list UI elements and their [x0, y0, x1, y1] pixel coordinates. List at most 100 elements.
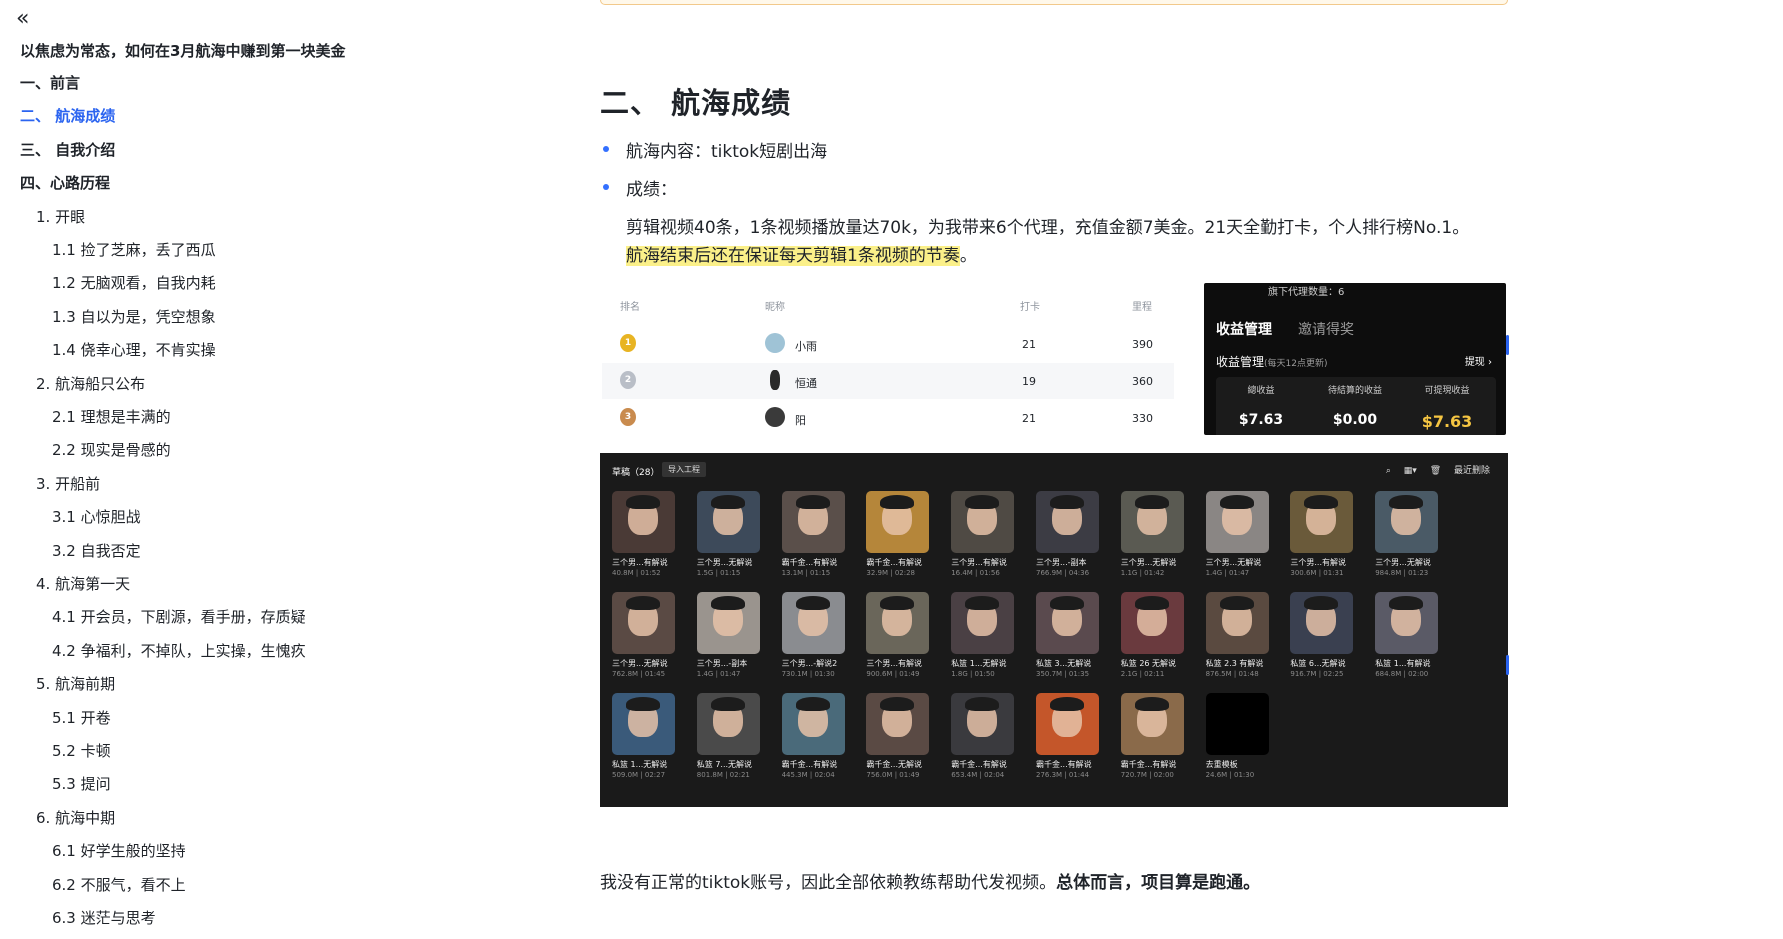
toc-item[interactable]: 5.1 开卷	[52, 707, 111, 728]
draft-thumbnail	[612, 491, 675, 553]
draft-name: 三个男...有解说	[866, 659, 923, 668]
draft-thumbnail	[781, 491, 845, 553]
paragraph: 我没有正常的tiktok账号，因此全部依赖教练帮助代发视频。总体而言，项目算是跑…	[600, 868, 1260, 893]
toc-item[interactable]: 四、心路历程	[20, 172, 110, 193]
thumbnail-figure	[795, 697, 830, 711]
toc-item[interactable]: 6.1 好学生般的坚持	[52, 840, 186, 861]
earnings-section-title: 收益管理(每天12点更新)	[1216, 353, 1328, 370]
recent-delete: 🗑 最近删除	[1429, 466, 1490, 476]
toc-item[interactable]: 5.3 提问	[52, 773, 111, 794]
draft-meta: 1.1G | 01:42	[1120, 569, 1165, 577]
thumbnail-figure	[710, 596, 745, 610]
callout-box-bottom-edge	[600, 0, 1508, 5]
toc-item[interactable]: 1.4 侥幸心理，不肯实操	[52, 339, 216, 360]
draft-thumbnail	[866, 592, 930, 654]
toc-item[interactable]: 2.1 理想是丰满的	[52, 406, 171, 427]
draft-thumbnail	[1120, 491, 1184, 553]
draft-name: 三个男...无解说	[1375, 558, 1431, 567]
collapse-sidebar-icon[interactable]: «	[16, 6, 29, 32]
earnings-note: (每天12点更新)	[1264, 359, 1328, 369]
draft-name: 霸千金...无解说	[866, 760, 923, 769]
draft-name: 三个男...-解说2	[781, 659, 838, 668]
thumbnail-figure	[1304, 596, 1339, 610]
draft-thumbnail	[866, 491, 930, 553]
draft-name: 私篮 7...无解说	[696, 760, 753, 769]
toc-sidebar: « 以焦虑为常态，如何在3月航海中赚到第一块美金 一、前言二、 航海成绩 三、 自…	[0, 0, 420, 939]
draft-thumbnail	[951, 592, 1015, 654]
tab-invite: 邀请得奖	[1298, 322, 1354, 338]
draft-thumbnail	[1036, 592, 1099, 654]
draft-meta: 40.8M | 01:52	[612, 569, 661, 577]
draft-name: 三个男...无解说	[1205, 558, 1262, 567]
header-checkin: 打卡	[1020, 302, 1040, 313]
thumbnail-figure	[1134, 697, 1169, 711]
agent-count: 旗下代理数量：6	[1268, 287, 1345, 298]
medal-icon: 3	[620, 408, 636, 426]
draft-meta: 762.8M | 01:45	[612, 670, 666, 678]
rank-row: 1 小雨 21 390	[602, 326, 1174, 362]
drafts-gallery-image: 草稿（28） 导入工程 ⌕ ▦▾ 🗑 最近删除 三个男...有解说 40.8M |…	[600, 453, 1508, 807]
toc-item[interactable]: 4.1 开会员，下剧源，看手册，存质疑	[52, 606, 306, 627]
draft-name: 去重模板	[1205, 760, 1238, 769]
toc-item[interactable]: 6. 航海中期	[36, 807, 115, 828]
earning-label: 總收益	[1247, 386, 1275, 396]
toc-item[interactable]: 3. 开船前	[36, 473, 100, 494]
avatar	[765, 407, 785, 427]
thumbnail-figure	[1050, 596, 1084, 610]
toc-item[interactable]: 2. 航海船只公布	[36, 373, 145, 394]
bullet-item: 航海内容：tiktok短剧出海	[602, 137, 828, 162]
toc-item[interactable]: 一、前言	[20, 72, 80, 93]
toc-item[interactable]: 1.1 捡了芝麻，丢了西瓜	[52, 239, 216, 260]
draft-name: 霸千金...有解说	[781, 760, 838, 769]
section-heading: 二、 航海成绩	[600, 86, 792, 120]
draft-name: 霸千金...有解说	[951, 760, 1007, 769]
toc-item[interactable]: 5.2 卡顿	[52, 740, 111, 761]
draft-name: 私篮 3...无解说	[1036, 659, 1092, 668]
draft-meta: 509.0M | 02:27	[612, 771, 666, 779]
toc-item[interactable]: 1.3 自以为是，凭空想象	[52, 306, 216, 327]
draft-name: 私篮 6...无解说	[1290, 659, 1346, 668]
draft-meta: 350.7M | 01:35	[1036, 670, 1090, 678]
thumbnail-figure	[1134, 495, 1169, 509]
earning-value: $7.63	[1421, 412, 1473, 431]
toc-item[interactable]: 1. 开眼	[36, 206, 85, 227]
draft-meta: 300.6M | 01:31	[1290, 569, 1344, 577]
draft-thumbnail	[951, 491, 1015, 553]
earning-label: 待結算的收益	[1327, 386, 1382, 396]
draft-meta: 24.6M | 01:30	[1205, 771, 1255, 779]
toc-item[interactable]: 4.2 争福利，不掉队，上实操，生愧疚	[52, 640, 306, 661]
toc-item[interactable]: 5. 航海前期	[36, 673, 115, 694]
draft-thumbnail	[1120, 592, 1184, 654]
rank-table-image: 排名 昵称 打卡 里程 1 小雨 21 390 2 恒通 19 360 3 阳 …	[602, 288, 1174, 436]
avatar	[765, 333, 785, 353]
toc-item[interactable]: 3.2 自我否定	[52, 540, 141, 561]
draft-meta: 756.0M | 01:49	[866, 771, 920, 779]
toc-item[interactable]: 3.1 心惊胆战	[52, 506, 141, 527]
draft-meta: 16.4M | 01:56	[951, 569, 1000, 577]
draft-meta: 876.5M | 01:48	[1205, 670, 1259, 678]
toc-item[interactable]: 1.2 无脑观看，自我内耗	[52, 272, 216, 293]
paragraph-bold: 总体而言，项目算是跑通。	[1056, 873, 1261, 893]
draft-meta: 730.1M | 01:30	[781, 670, 835, 678]
rank-mileage: 390	[1132, 338, 1153, 351]
toc-item[interactable]: 4. 航海第一天	[36, 573, 130, 594]
draft-meta: 13.1M | 01:15	[781, 569, 831, 577]
image-scroll-indicator	[1506, 335, 1509, 355]
bullet-text: 航海内容：tiktok短剧出海	[626, 142, 828, 162]
toc-item[interactable]: 6.2 不服气，看不上	[52, 874, 186, 895]
toc-item[interactable]: 2.2 现实是骨感的	[52, 439, 171, 460]
toc-item[interactable]: 三、 自我介绍	[20, 139, 115, 160]
paragraph: 剪辑视频40条，1条视频播放量达70k，为我带来6个代理，充值金额7美金。21天…	[626, 218, 1470, 238]
thumbnail-figure	[1389, 495, 1424, 509]
doc-title[interactable]: 以焦虑为常态，如何在3月航海中赚到第一块美金	[20, 40, 345, 61]
toc-item[interactable]: 二、 航海成绩	[20, 105, 115, 126]
medal-icon: 2	[620, 371, 636, 389]
thumbnail-figure	[710, 697, 745, 711]
bullet-item: 成绩：	[603, 175, 677, 200]
draft-thumbnail	[696, 491, 760, 553]
thumbnail-figure	[795, 596, 830, 610]
draft-name: 三个男...无解说	[1120, 558, 1177, 567]
toc-item[interactable]: 6.3 迷茫与思考	[52, 907, 156, 928]
gallery-tools: ⌕ ▦▾ 🗑 最近删除	[1376, 463, 1490, 476]
import-project-label: 导入工程	[662, 462, 706, 477]
